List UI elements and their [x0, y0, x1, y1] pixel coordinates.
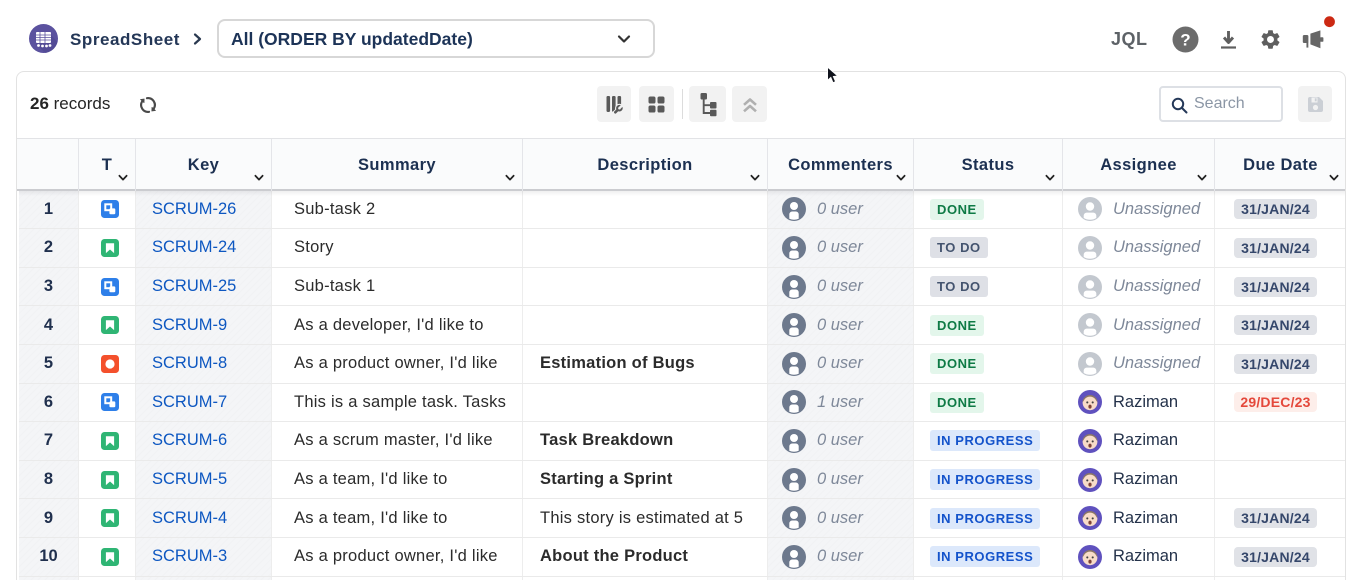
svg-text:?: ? [1180, 31, 1190, 50]
